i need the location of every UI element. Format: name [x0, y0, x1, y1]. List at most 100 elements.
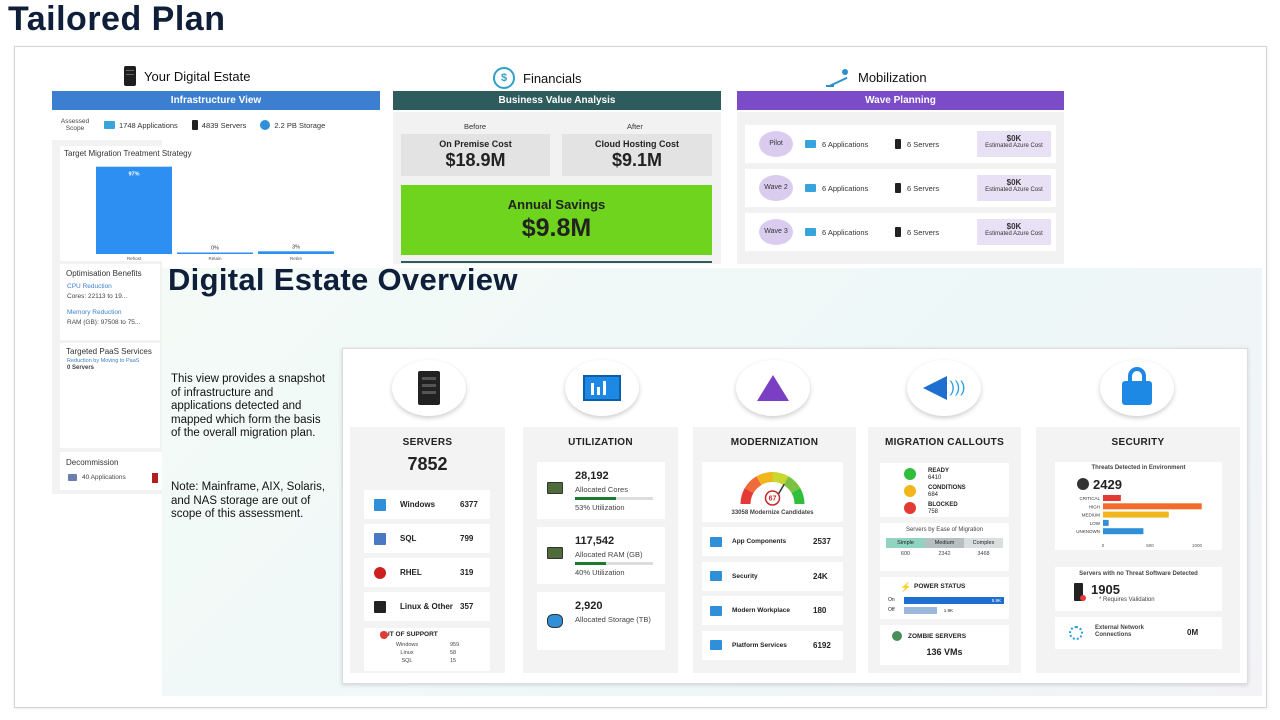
- cloud-hosting-cost-value: $9.1M: [611, 150, 663, 170]
- mod-row-label: Modern Workplace: [732, 607, 791, 614]
- out-of-support-row: Windows 959: [364, 641, 490, 649]
- ease-value: 600: [900, 551, 911, 557]
- server-icon: [124, 66, 136, 86]
- util-card[interactable]: 117,542 Allocated RAM (GB) 40% Utilizati…: [537, 527, 665, 584]
- paas-value: 0 Servers: [67, 365, 95, 371]
- estate-heading: Your Digital Estate: [124, 66, 250, 86]
- paas-title: Targeted PaaS Services: [66, 347, 152, 356]
- treatment-data-label: 97%: [128, 172, 139, 178]
- power-value: 1.9K: [943, 607, 953, 613]
- status-label: CONDITIONS: [928, 485, 966, 491]
- business-value-bar[interactable]: Business Value Analysis: [393, 91, 721, 110]
- server-icon: [191, 120, 198, 130]
- page-title: Tailored Plan: [8, 0, 226, 38]
- treatment-category-label: Retain: [208, 256, 222, 261]
- util-card[interactable]: 28,192 Allocated Cores 53% Utilization: [537, 462, 665, 519]
- power-value: 5.9K: [991, 597, 1001, 603]
- paas-card: Targeted PaaS Services Reduction by Movi…: [60, 343, 160, 448]
- server-row-label: SQL: [400, 533, 417, 543]
- decommission-title: Decommission: [66, 458, 119, 467]
- applications-count: 1748 Applications: [119, 120, 178, 130]
- servers-circle: [392, 360, 466, 416]
- power-row: Off 1.9K: [888, 606, 1008, 614]
- servers-title: SERVERS: [402, 437, 453, 448]
- infrastructure-view-bar[interactable]: Infrastructure View: [52, 91, 380, 110]
- util-value: 117,542: [575, 535, 615, 547]
- wave-planning-bar[interactable]: Wave Planning: [737, 91, 1064, 110]
- threat-category-label: LOW: [1090, 521, 1101, 526]
- hacker-icon: [1077, 478, 1089, 490]
- server-row[interactable]: SQL 799: [364, 524, 490, 553]
- treatment-chart-card: Target Migration Treatment Strategy 97% R…: [60, 146, 372, 261]
- wave-cost-card: $0K Estimated Azure Cost: [977, 175, 1051, 201]
- threats-title: Threats Detected in Environment: [1091, 465, 1186, 471]
- modernization-row[interactable]: App Components 2537: [702, 527, 843, 556]
- util-card[interactable]: 2,920 Allocated Storage (TB): [537, 592, 665, 650]
- mobilization-heading-label: Mobilization: [858, 69, 927, 85]
- wave-row[interactable]: Wave 2 6 Applications 6 Servers $0K Esti…: [745, 169, 1056, 207]
- optimisation-card: Optimisation Benefits CPU Reduction Core…: [60, 264, 160, 340]
- financials-heading-label: Financials: [523, 70, 582, 86]
- server-row-label: Windows: [400, 499, 436, 509]
- overview-description: This view provides a snapshot of infrast…: [171, 373, 326, 439]
- security-column: SECURITY Threats Detected in Environment…: [1036, 427, 1240, 673]
- gauge-segment: [744, 476, 762, 494]
- power-status-card: POWER STATUS ⚡ On 5.9K Off 1.9K: [880, 577, 1009, 619]
- server-row-label: RHEL: [400, 567, 422, 577]
- overview-title: Digital Estate Overview: [168, 262, 518, 297]
- util-value: 2,920: [575, 600, 603, 612]
- util-progress: [575, 562, 653, 565]
- wave-row[interactable]: Pilot 6 Applications 6 Servers $0K Estim…: [745, 125, 1056, 163]
- power-row: On 5.9K: [888, 596, 1008, 604]
- util-label: Allocated Cores: [575, 485, 628, 494]
- network-icon: [1069, 626, 1083, 640]
- security-circle: [1100, 360, 1174, 416]
- treatment-category-label: Rehost: [127, 256, 142, 261]
- server-row-value: 357: [460, 602, 474, 611]
- storage-icon: [260, 120, 271, 130]
- modernization-row[interactable]: Modern Workplace 180: [702, 596, 843, 625]
- decommission-app-icon: [68, 474, 77, 481]
- treatment-chart: 97% Rehost 0% Retain 3% Retire: [96, 166, 334, 261]
- server-row[interactable]: RHEL 319: [364, 558, 490, 587]
- threats-total: 2429: [1093, 477, 1122, 492]
- cpu-reduction-label: CPU Reduction: [67, 283, 112, 290]
- modernization-row[interactable]: Platform Services 6192: [702, 630, 843, 660]
- windows-icon: [374, 498, 386, 511]
- out-of-support-rows: Windows 959 Linux 58 SQL 15: [364, 641, 490, 665]
- wave-row[interactable]: Wave 3 6 Applications 6 Servers $0K Esti…: [745, 213, 1056, 251]
- application-icon: [805, 140, 816, 148]
- on-premise-cost-card: On Premise Cost $18.9M: [401, 134, 550, 176]
- migration-status-row[interactable]: READY 6410: [904, 468, 949, 481]
- wave-cost-card: $0K Estimated Azure Cost: [977, 219, 1051, 245]
- before-label: Before: [464, 122, 487, 131]
- modernization-row[interactable]: Security 24K: [702, 561, 843, 591]
- ease-cell: Medium 2342: [925, 538, 964, 560]
- assessed-scope-label: Assessed Scope: [60, 118, 90, 132]
- no-threat-title: Servers with no Threat Software Detected: [1079, 571, 1198, 577]
- wave-cost: $0K: [1006, 178, 1022, 187]
- redhat-icon: [374, 566, 386, 579]
- financials-heading: $ Financials: [493, 67, 582, 89]
- migration-status-row[interactable]: CONDITIONS 684: [904, 485, 966, 498]
- assessed-scope-row: Assessed Scope 1748 Applications 4839 Se…: [52, 112, 380, 138]
- threat-category-label: MEDIUM: [1082, 513, 1100, 518]
- network-value: 0M: [1187, 628, 1199, 637]
- decommission-server-icon: [152, 473, 158, 483]
- server-row[interactable]: Windows 6377: [364, 490, 490, 519]
- out-of-support-row: SQL 15: [364, 657, 490, 665]
- wave-cost-card: $0K Estimated Azure Cost: [977, 131, 1051, 157]
- cpu-icon: [547, 482, 563, 494]
- application-icon: [805, 184, 816, 192]
- migration-status-row[interactable]: BLOCKED 758: [904, 502, 958, 515]
- server-row[interactable]: Linux & Other 357: [364, 592, 490, 621]
- oos-value: 15: [450, 658, 457, 664]
- wave-servers: 6 Servers: [907, 139, 940, 149]
- util-label: Allocated Storage (TB): [575, 615, 651, 624]
- mod-row-value: 2537: [813, 537, 831, 546]
- mod-row-value: 6192: [813, 640, 831, 650]
- oos-label: Windows: [395, 642, 419, 648]
- no-threat-card: Servers with no Threat Software Detected…: [1055, 567, 1222, 611]
- wave-servers: 6 Servers: [907, 183, 940, 193]
- gauge-segment: [740, 488, 754, 505]
